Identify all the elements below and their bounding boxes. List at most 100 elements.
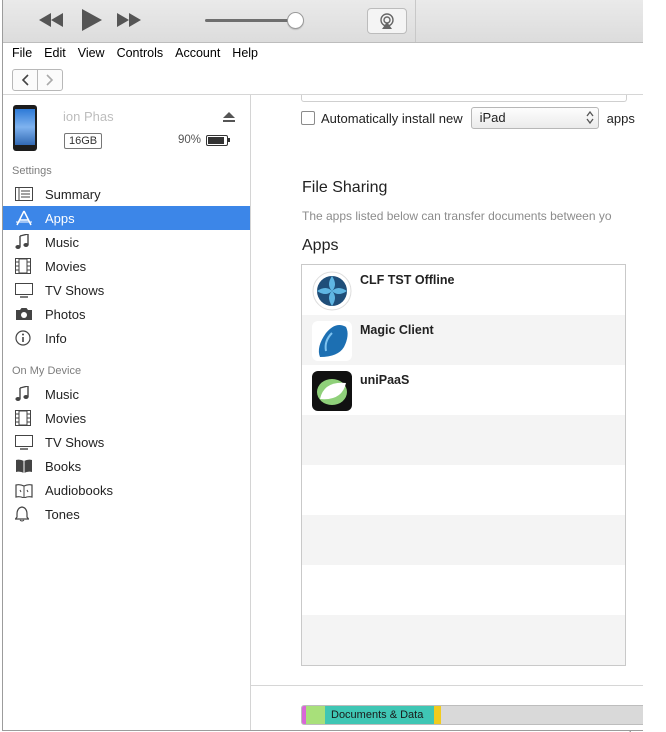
rewind-button[interactable] xyxy=(37,8,65,32)
storage-segment: Documents & Data xyxy=(325,706,434,724)
sidebar-item-apps[interactable]: Apps xyxy=(3,206,250,230)
forward-button[interactable] xyxy=(37,69,63,91)
sidebar-item-label: Photos xyxy=(45,306,86,322)
menu-controls[interactable]: Controls xyxy=(111,46,170,60)
unipaas-app-icon xyxy=(312,371,352,411)
device-name: ion Phas xyxy=(63,109,114,124)
sidebar-device-item-books[interactable]: Books xyxy=(3,454,250,478)
sidebar-device-item-music[interactable]: Music xyxy=(3,382,250,406)
auto-install-suffix: apps xyxy=(606,110,635,126)
sidebar-item-label: Summary xyxy=(45,186,101,202)
storage-segment xyxy=(434,706,441,724)
volume-knob[interactable] xyxy=(287,12,304,29)
film-icon xyxy=(15,258,41,274)
volume-slider[interactable] xyxy=(205,12,309,29)
battery-percent: 90% xyxy=(178,134,202,146)
sidebar-item-label: Books xyxy=(45,458,82,474)
storage-segment xyxy=(441,706,643,724)
app-name: CLF TST Offline xyxy=(360,273,455,287)
sidebar-item-summary[interactable]: Summary xyxy=(3,182,250,206)
summary-icon xyxy=(15,187,41,201)
sidebar-item-label: Movies xyxy=(45,258,87,274)
apps-list-title: Apps xyxy=(302,237,339,254)
app-row[interactable]: CLF TST Offline xyxy=(302,265,625,315)
sidebar-item-label: TV Shows xyxy=(45,434,105,450)
navigation-bar xyxy=(3,64,643,95)
battery-icon xyxy=(206,135,228,146)
file-sharing-description: The apps listed below can transfer docum… xyxy=(302,209,612,223)
device-type-value: iPad xyxy=(479,110,506,125)
sidebar-device-item-tv-shows[interactable]: TV Shows xyxy=(3,430,250,454)
fast-forward-button[interactable] xyxy=(115,8,143,32)
auto-install-checkbox[interactable] xyxy=(301,111,315,125)
music-note-icon xyxy=(15,234,41,250)
tv-icon xyxy=(15,282,41,298)
sidebar-device-item-tones[interactable]: Tones xyxy=(3,502,250,526)
auto-install-label: Automatically install new xyxy=(321,110,463,126)
book-icon xyxy=(15,459,41,473)
sidebar-item-info[interactable]: Info xyxy=(3,326,250,350)
camera-icon xyxy=(15,307,41,321)
previous-section-edge xyxy=(301,95,627,102)
menu-edit[interactable]: Edit xyxy=(38,46,72,60)
back-button[interactable] xyxy=(12,69,38,91)
clf-app-icon xyxy=(312,271,352,311)
app-row[interactable]: uniPaaS xyxy=(302,365,625,415)
menu-file[interactable]: File xyxy=(3,46,38,60)
airplay-button[interactable] xyxy=(367,8,407,34)
chevron-left-icon xyxy=(21,74,29,86)
sidebar-item-tv-shows[interactable]: TV Shows xyxy=(3,278,250,302)
play-icon xyxy=(82,9,102,31)
apps-icon xyxy=(15,210,41,226)
sidebar-item-label: TV Shows xyxy=(45,282,105,298)
sidebar-item-label: Audiobooks xyxy=(45,482,113,498)
magic-client-app-icon xyxy=(312,321,352,361)
audiobook-icon xyxy=(15,482,41,498)
fast-forward-icon xyxy=(117,13,141,27)
auto-install-row: Automatically install new iPad apps xyxy=(301,107,635,129)
app-name: uniPaaS xyxy=(360,373,410,387)
storage-segment-label: Documents & Data xyxy=(331,709,424,721)
app-name: Magic Client xyxy=(360,323,434,337)
sidebar-item-label: Music xyxy=(45,386,79,402)
menu-help[interactable]: Help xyxy=(226,46,264,60)
info-icon xyxy=(15,330,41,346)
empty-row xyxy=(302,565,625,615)
empty-row xyxy=(302,465,625,515)
on-my-device-heading: On My Device xyxy=(12,365,82,377)
eject-button[interactable] xyxy=(223,111,235,126)
rewind-icon xyxy=(39,13,63,27)
storage-capacity-bar[interactable]: Documents & Data xyxy=(301,705,643,725)
sidebar-item-photos[interactable]: Photos xyxy=(3,302,250,326)
airplay-icon xyxy=(380,13,394,29)
tv-icon xyxy=(15,434,41,450)
device-summary[interactable]: ion Phas 16GB 90% xyxy=(3,95,250,157)
device-type-select[interactable]: iPad xyxy=(470,107,599,129)
play-button[interactable] xyxy=(77,8,105,32)
ipad-device-icon xyxy=(13,105,37,151)
app-row[interactable]: Magic Client xyxy=(302,315,625,365)
sidebar-item-movies[interactable]: Movies xyxy=(3,254,250,278)
sidebar-item-label: Tones xyxy=(45,506,80,522)
sidebar-item-label: Info xyxy=(45,330,67,346)
eject-icon xyxy=(223,112,235,122)
player-toolbar xyxy=(3,0,643,43)
menu-account[interactable]: Account xyxy=(169,46,226,60)
menu-bar: File Edit View Controls Account Help xyxy=(3,43,643,63)
itunes-window: File Edit View Controls Account Help ion Phas… xyxy=(2,0,643,731)
sidebar-item-label: Music xyxy=(45,234,79,250)
sidebar-device-item-movies[interactable]: Movies xyxy=(3,406,250,430)
sidebar-item-music[interactable]: Music xyxy=(3,230,250,254)
settings-heading: Settings xyxy=(12,165,52,177)
capacity-badge: 16GB xyxy=(64,133,103,149)
menu-view[interactable]: View xyxy=(72,46,111,60)
sidebar-item-label: Movies xyxy=(45,410,87,426)
toolbar-separator xyxy=(415,0,416,42)
storage-segment xyxy=(306,706,325,724)
bell-icon xyxy=(15,506,41,522)
file-sharing-apps-list[interactable]: CLF TST Offline Magic Client uniPaaS xyxy=(301,264,626,666)
empty-row xyxy=(302,615,625,665)
sidebar-device-item-audiobooks[interactable]: Audiobooks xyxy=(3,478,250,502)
chevron-right-icon xyxy=(46,74,54,86)
file-sharing-title: File Sharing xyxy=(302,179,388,196)
